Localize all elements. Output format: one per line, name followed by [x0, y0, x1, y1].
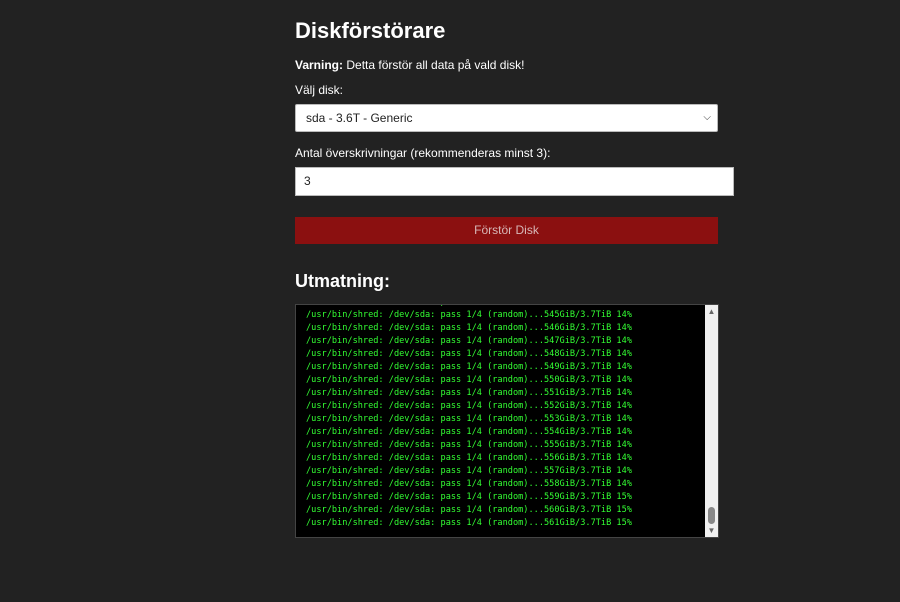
output-line: /usr/bin/shred: /dev/sda: pass 1/4 (rand… [306, 310, 632, 320]
output-line: /usr/bin/shred: /dev/sda: pass 1/4 (rand… [306, 323, 632, 333]
output-line: /usr/bin/shred: /dev/sda: pass 1/4 (rand… [306, 349, 632, 359]
output-line: /usr/bin/shred: /dev/sda: pass 1/4 (rand… [306, 518, 632, 528]
output-heading: Utmatning: [295, 271, 390, 291]
passes-label: Antal överskrivningar (rekommenderas min… [295, 146, 551, 160]
warning-label: Varning: [295, 58, 344, 72]
page-title: Diskförstörare [295, 18, 446, 43]
disk-select-label: Välj disk: [295, 83, 344, 97]
output-line: /usr/bin/shred: /dev/sda: pass 1/4 (rand… [306, 401, 632, 411]
warning-text: Detta förstör all data på vald disk! [343, 58, 525, 72]
output-line: /usr/bin/shred: /dev/sda: pass 1/4 (rand… [306, 505, 632, 515]
output-line: /usr/bin/shred: /dev/sda: pass 1/4 (rand… [306, 440, 632, 450]
output-line: /usr/bin/shred: /dev/sda: pass 1/4 (rand… [306, 388, 632, 398]
output-line: /usr/bin/shred: /dev/sda: pass 1/4 (rand… [306, 466, 632, 476]
triangle-down-icon[interactable]: ▼ [705, 524, 718, 537]
destroy-disk-button[interactable]: Förstör Disk [295, 217, 718, 244]
output-scrollbar[interactable]: ▲ ▼ [705, 305, 718, 537]
output-line: /usr/bin/shred: /dev/sda: pass 1/4 (rand… [306, 492, 632, 502]
passes-input-value: 3 [304, 174, 311, 188]
warning-message: Varning: Detta förstör all data på vald … [295, 58, 524, 72]
disk-select-value: sda - 3.6T - Generic [306, 111, 413, 125]
output-lines: /usr/bin/shred: /dev/sda: pass 1/4 (rand… [306, 305, 632, 530]
disk-select[interactable]: sda - 3.6T - Generic ⌵ [295, 104, 718, 132]
passes-input[interactable]: 3 [295, 167, 734, 196]
scrollbar-thumb[interactable] [708, 507, 715, 524]
triangle-up-icon[interactable]: ▲ [705, 305, 718, 318]
chevron-down-icon: ⌵ [703, 112, 711, 123]
output-line: /usr/bin/shred: /dev/sda: pass 1/4 (rand… [306, 414, 632, 424]
output-line: /usr/bin/shred: /dev/sda: pass 1/4 (rand… [306, 362, 632, 372]
output-line: /usr/bin/shred: /dev/sda: pass 1/4 (rand… [306, 336, 632, 346]
output-line: /usr/bin/shred: /dev/sda: pass 1/4 (rand… [306, 479, 632, 489]
output-line: /usr/bin/shred: /dev/sda: pass 1/4 (rand… [306, 375, 632, 385]
output-line: /usr/bin/shred: /dev/sda: pass 1/4 (rand… [306, 427, 632, 437]
output-line: /usr/bin/shred: /dev/sda: pass 1/4 (rand… [306, 453, 632, 463]
output-console[interactable]: /usr/bin/shred: /dev/sda: pass 1/4 (rand… [295, 304, 719, 538]
